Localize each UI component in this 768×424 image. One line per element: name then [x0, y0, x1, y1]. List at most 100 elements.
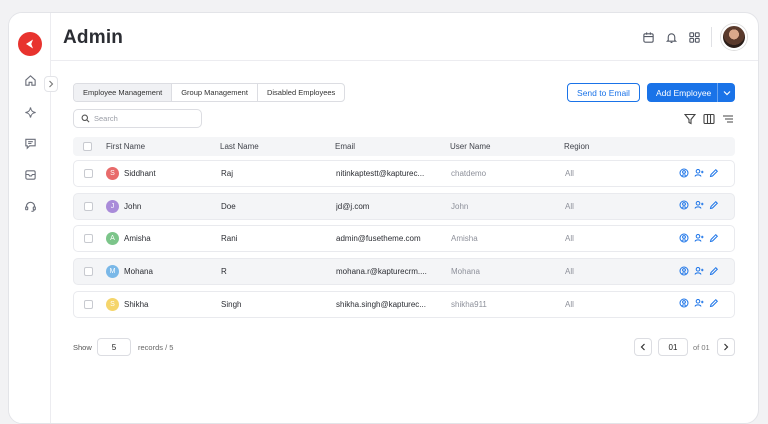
login-as-icon[interactable]: [678, 167, 689, 178]
inbox-icon[interactable]: [21, 165, 39, 183]
filter-icon[interactable]: [683, 112, 697, 126]
add-employee-label: Add Employee: [656, 87, 712, 98]
manage-user-icon[interactable]: [693, 265, 704, 276]
username-cell: chatdemo: [451, 169, 487, 178]
login-as-icon[interactable]: [678, 200, 689, 211]
username-cell: shikha911: [451, 299, 487, 309]
next-page-button[interactable]: [717, 338, 735, 356]
headset-icon[interactable]: [21, 197, 39, 215]
email-cell: jd@j.com: [336, 201, 370, 211]
email-cell: nitinkaptestt@kapturec...: [336, 169, 425, 178]
table-row[interactable]: A Amisha Rani admin@fusetheme.com Amisha All: [73, 225, 735, 253]
sparkle-icon[interactable]: [21, 103, 39, 121]
row-checkbox[interactable]: [84, 234, 93, 244]
sort-lines-icon[interactable]: [721, 112, 735, 126]
header-divider: [711, 27, 712, 47]
select-all-checkbox[interactable]: [83, 142, 92, 151]
email-cell: admin@fusetheme.com: [336, 234, 421, 244]
bell-icon[interactable]: [662, 28, 680, 46]
avatar-initial: S: [106, 297, 119, 311]
column-header[interactable]: User Name: [450, 137, 490, 156]
edit-pencil-icon[interactable]: [708, 167, 719, 178]
edit-pencil-icon[interactable]: [708, 232, 719, 243]
columns-icon[interactable]: [702, 112, 716, 126]
region-cell: All: [565, 234, 574, 244]
last-name-cell: Singh: [221, 299, 242, 309]
sidebar: [9, 13, 51, 423]
row-checkbox[interactable]: [84, 201, 93, 211]
search-input[interactable]: [94, 114, 194, 123]
row-actions: [678, 200, 719, 211]
manage-user-icon[interactable]: [693, 232, 704, 243]
search-box[interactable]: [73, 109, 202, 128]
brand-logo[interactable]: [18, 32, 42, 56]
tab-employee-management[interactable]: Employee Management: [74, 84, 173, 101]
username-cell: Amisha: [451, 234, 478, 244]
first-name-cell: Amisha: [124, 234, 151, 244]
home-icon[interactable]: [21, 71, 39, 89]
manage-user-icon[interactable]: [693, 167, 704, 178]
login-as-icon[interactable]: [678, 232, 689, 243]
manage-user-icon[interactable]: [693, 200, 704, 211]
first-name-cell: Siddhant: [124, 169, 156, 178]
table-row[interactable]: S Shikha Singh shikha.singh@kapturec... shik…: [73, 290, 735, 318]
first-name-cell: Shikha: [124, 299, 149, 309]
last-name-cell: Doe: [221, 201, 236, 211]
manage-user-icon[interactable]: [693, 298, 704, 309]
region-cell: All: [565, 201, 574, 211]
page-number-input[interactable]: 01: [658, 338, 688, 356]
first-name-cell: Mohana: [124, 267, 153, 277]
avatar-initial: A: [106, 232, 119, 246]
edit-pencil-icon[interactable]: [708, 265, 719, 276]
page-count-label: of 01: [693, 343, 710, 352]
records-label: records / 5: [138, 343, 174, 352]
column-header[interactable]: Email: [335, 137, 355, 156]
region-cell: All: [565, 267, 574, 277]
column-header[interactable]: Last Name: [220, 137, 259, 156]
table-header: First Name Last Name Email User Name Reg…: [73, 137, 735, 156]
last-name-cell: R: [221, 267, 227, 277]
username-cell: Mohana: [451, 267, 480, 277]
email-cell: mohana.r@kapturecrm....: [336, 267, 427, 277]
email-cell: shikha.singh@kapturec...: [336, 299, 426, 309]
region-cell: All: [565, 169, 574, 178]
last-name-cell: Raj: [221, 169, 234, 178]
tab-group-management[interactable]: Group Management: [172, 84, 258, 101]
avatar-initial: S: [106, 167, 119, 180]
chevron-left-icon: [640, 343, 645, 351]
chevron-right-icon: [49, 80, 54, 88]
login-as-icon[interactable]: [678, 265, 689, 276]
row-checkbox[interactable]: [84, 299, 93, 309]
user-avatar[interactable]: [721, 24, 747, 50]
row-checkbox[interactable]: [84, 169, 93, 178]
row-actions: [678, 232, 719, 243]
chevron-down-icon[interactable]: [717, 83, 735, 102]
sidebar-collapse-toggle[interactable]: [44, 76, 58, 92]
login-as-icon[interactable]: [678, 298, 689, 309]
avatar-initial: M: [106, 265, 119, 279]
tab-disabled-employees[interactable]: Disabled Employees: [258, 84, 344, 101]
edit-pencil-icon[interactable]: [708, 200, 719, 211]
row-actions: [678, 265, 719, 276]
apps-grid-icon[interactable]: [685, 28, 703, 46]
row-checkbox[interactable]: [84, 267, 93, 277]
page-size-select[interactable]: 5: [97, 338, 131, 356]
calendar-icon[interactable]: [639, 28, 657, 46]
table-row[interactable]: M Mohana Rmohana.r@kapturecrm.... Mohana All: [73, 258, 735, 286]
table-row[interactable]: S Siddhant Raj nitinkaptestt@kapturec... cha…: [73, 160, 735, 187]
first-name-cell: John: [124, 201, 142, 211]
chat-icon[interactable]: [21, 134, 39, 152]
send-to-email-button[interactable]: Send to Email: [567, 83, 640, 102]
column-header[interactable]: First Name: [106, 137, 145, 156]
search-icon: [81, 114, 90, 123]
column-header[interactable]: Region: [564, 137, 589, 156]
row-actions: [678, 298, 719, 309]
table-row[interactable]: J John Doe jd@j.com John All: [73, 192, 735, 220]
row-actions: [678, 167, 719, 178]
edit-pencil-icon[interactable]: [708, 298, 719, 309]
page-title: Admin: [63, 27, 124, 48]
add-employee-button[interactable]: Add Employee: [647, 83, 735, 102]
show-label: Show: [73, 343, 92, 352]
top-header: Admin: [51, 13, 758, 61]
prev-page-button[interactable]: [634, 338, 652, 356]
